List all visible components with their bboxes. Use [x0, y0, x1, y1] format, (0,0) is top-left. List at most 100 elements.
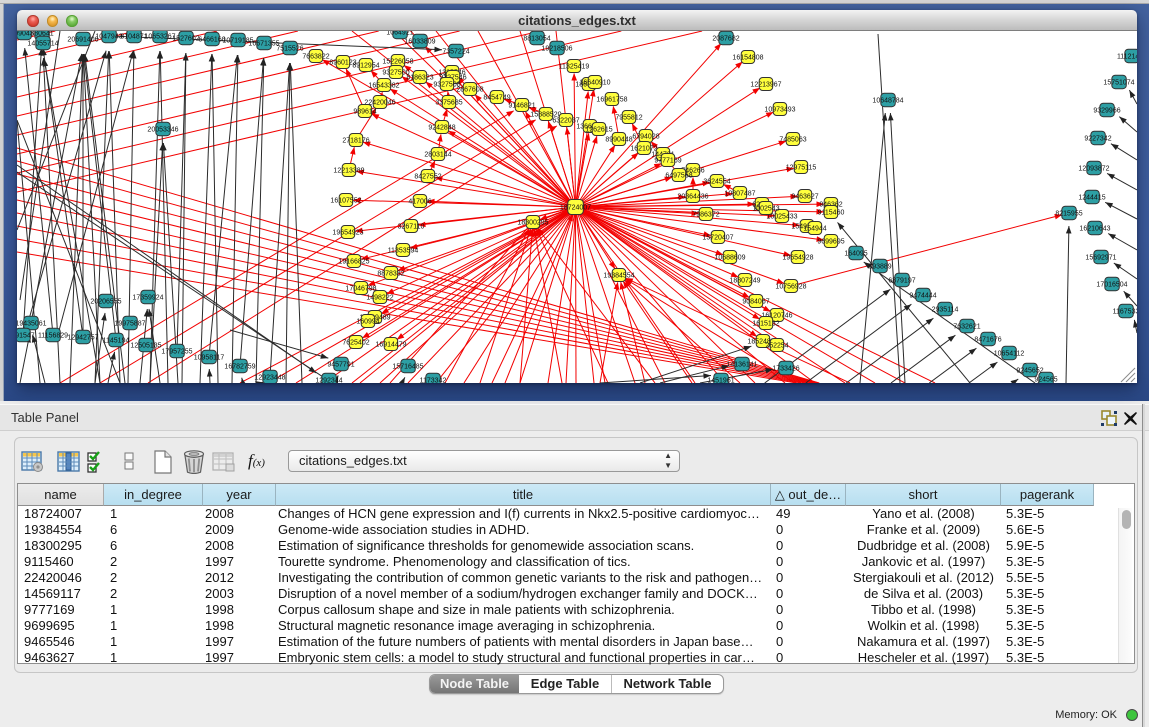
svg-text:12213389: 12213389 [333, 167, 364, 174]
svg-text:9463627: 9463627 [791, 193, 818, 200]
svg-text:9115460: 9115460 [818, 209, 845, 216]
svg-text:10688609: 10688609 [714, 254, 745, 261]
svg-text:16543382: 16543382 [368, 82, 399, 89]
svg-text:2087682: 2087682 [712, 35, 739, 42]
svg-text:19435061: 19435061 [17, 320, 47, 327]
svg-text:19166825: 19166825 [338, 258, 369, 265]
svg-text:7632621: 7632621 [953, 323, 980, 330]
svg-text:17359924: 17359924 [132, 294, 163, 301]
svg-text:10648784: 10648784 [872, 97, 903, 104]
svg-text:16671355: 16671355 [248, 40, 279, 47]
svg-text:15716485: 15716485 [392, 363, 423, 370]
svg-text:16961758: 16961758 [596, 96, 627, 103]
svg-text:7485063: 7485063 [779, 136, 806, 143]
svg-text:8186323: 8186323 [406, 74, 433, 81]
svg-text:16033809: 16033809 [404, 38, 435, 45]
svg-text:2803144: 2803144 [424, 151, 451, 158]
svg-text:7663822: 7663822 [302, 53, 329, 60]
svg-text:18807249: 18807249 [729, 277, 760, 284]
svg-text:14136141: 14136141 [726, 361, 757, 368]
svg-text:7625402: 7625402 [342, 339, 369, 346]
svg-text:1262615: 1262615 [585, 126, 612, 133]
svg-text:12213967: 12213967 [750, 81, 781, 88]
svg-text:2718176: 2718176 [342, 137, 369, 144]
svg-text:11325419: 11325419 [559, 63, 590, 70]
svg-text:16914479: 16914479 [375, 341, 406, 348]
svg-text:1244415: 1244415 [1078, 194, 1105, 201]
svg-text:11156829: 11156829 [38, 332, 68, 339]
svg-text:17046798: 17046798 [345, 285, 376, 292]
svg-text:1733426: 1733426 [772, 365, 799, 372]
svg-text:160994: 160994 [356, 318, 379, 325]
svg-text:2867608: 2867608 [456, 86, 483, 93]
svg-text:16210643: 16210643 [1079, 225, 1110, 232]
svg-text:8215955: 8215955 [1055, 210, 1082, 217]
svg-text:12093872: 12093872 [1078, 165, 1109, 172]
svg-text:20206555: 20206555 [90, 298, 121, 305]
svg-text:1167533: 1167533 [1113, 308, 1137, 315]
svg-text:17957255: 17957255 [161, 348, 192, 355]
svg-text:8454749: 8454749 [483, 94, 510, 101]
svg-text:10654112: 10654112 [994, 350, 1025, 357]
svg-text:417006: 417006 [408, 198, 431, 205]
svg-text:18300295: 18300295 [517, 219, 548, 226]
svg-text:3267110: 3267110 [398, 223, 425, 230]
svg-text:8990448: 8990448 [605, 136, 632, 143]
svg-text:391547: 391547 [17, 332, 35, 339]
svg-text:989614: 989614 [353, 108, 376, 115]
svg-text:7515526: 7515526 [276, 45, 303, 52]
svg-text:12975115: 12975115 [786, 164, 817, 171]
svg-text:18724007: 18724007 [560, 204, 591, 211]
svg-text:893889: 893889 [868, 263, 891, 270]
svg-text:19218506: 19218506 [541, 45, 572, 52]
svg-text:10973493: 10973493 [764, 106, 795, 113]
svg-text:20691406: 20691406 [67, 36, 98, 43]
svg-text:6497568: 6497568 [665, 172, 692, 179]
svg-text:19384554: 19384554 [603, 272, 634, 279]
svg-text:11353594: 11353594 [388, 247, 419, 254]
svg-text:9227342: 9227342 [1084, 135, 1111, 142]
svg-text:15720407: 15720407 [702, 234, 733, 241]
svg-text:16154808: 16154808 [732, 54, 763, 61]
svg-text:2935114: 2935114 [932, 306, 959, 313]
svg-text:1173342: 1173342 [420, 377, 447, 383]
svg-text:8471676: 8471676 [974, 336, 1001, 343]
svg-text:1047943: 1047943 [95, 33, 122, 40]
svg-text:16107552: 16107552 [330, 197, 361, 204]
svg-text:9242848: 9242848 [428, 124, 455, 131]
svg-text:15226058: 15226058 [382, 58, 413, 65]
svg-text:20364436: 20364436 [677, 193, 708, 200]
svg-text:12923448: 12923448 [254, 374, 285, 381]
svg-text:9474444: 9474444 [909, 292, 936, 299]
svg-text:8878332: 8878332 [377, 270, 404, 277]
svg-text:17016504: 17016504 [1096, 281, 1127, 288]
svg-text:9084067: 9084067 [742, 298, 769, 305]
svg-text:3624554: 3624554 [703, 178, 730, 185]
svg-text:252254: 252254 [765, 342, 788, 349]
svg-text:1002543: 1002543 [752, 205, 779, 212]
svg-text:1498222: 1498222 [366, 294, 393, 301]
svg-text:1527602: 1527602 [172, 35, 199, 42]
svg-text:164095: 164095 [844, 250, 867, 257]
svg-text:7986372: 7986372 [692, 211, 719, 218]
svg-text:1145194: 1145194 [103, 337, 130, 344]
svg-text:1292344: 1292344 [315, 377, 342, 383]
svg-text:19975887: 19975887 [114, 320, 145, 327]
svg-text:19654923: 19654923 [332, 229, 363, 236]
svg-text:1064921: 1064921 [386, 31, 413, 36]
svg-text:10807487: 10807487 [724, 190, 755, 197]
svg-text:1615132: 1615132 [752, 320, 779, 327]
svg-text:10958117: 10958117 [194, 354, 225, 361]
svg-text:6794028: 6794028 [632, 133, 659, 140]
svg-text:154944: 154944 [803, 225, 826, 232]
svg-text:9457791: 9457791 [327, 361, 354, 368]
svg-text:12942757: 12942757 [67, 334, 98, 341]
svg-text:9329966: 9329966 [1093, 107, 1120, 114]
svg-text:924565: 924565 [1034, 376, 1057, 383]
svg-text:8813054: 8813054 [523, 35, 550, 42]
svg-text:12505135: 12505135 [130, 342, 161, 349]
svg-text:20053346: 20053346 [147, 126, 178, 133]
svg-text:14055714: 14055714 [27, 40, 58, 47]
svg-text:1451961: 1451961 [707, 377, 734, 383]
svg-text:9146821: 9146821 [508, 102, 535, 109]
